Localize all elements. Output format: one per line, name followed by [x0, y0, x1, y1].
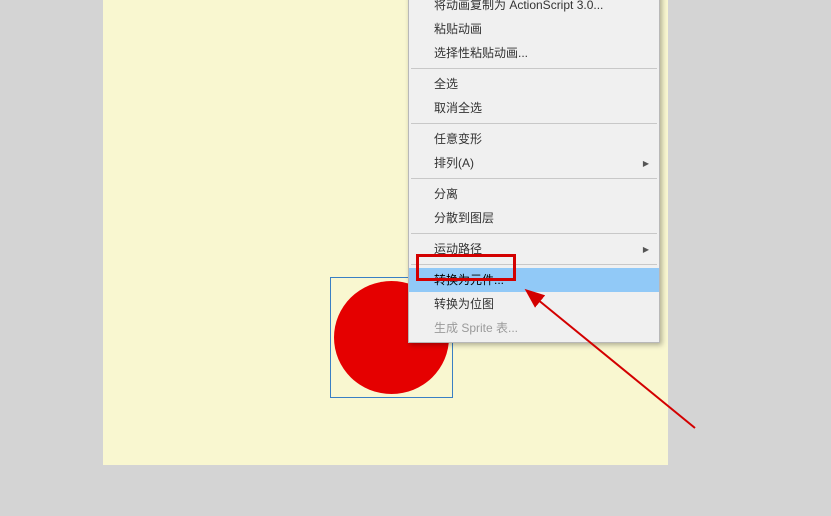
menu-separator	[411, 233, 657, 234]
menu-break-apart[interactable]: 分离	[409, 182, 659, 206]
menu-free-transform[interactable]: 任意变形	[409, 127, 659, 151]
context-menu: 将动画复制为 ActionScript 3.0... 粘贴动画 选择性粘贴动画.…	[408, 0, 660, 343]
menu-motion-path[interactable]: 运动路径	[409, 237, 659, 261]
menu-convert-to-bitmap[interactable]: 转换为位图	[409, 292, 659, 316]
menu-paste-animation[interactable]: 粘贴动画	[409, 17, 659, 41]
menu-deselect-all[interactable]: 取消全选	[409, 96, 659, 120]
menu-select-all[interactable]: 全选	[409, 72, 659, 96]
menu-convert-to-symbol[interactable]: 转换为元件...	[409, 268, 659, 292]
menu-separator	[411, 178, 657, 179]
menu-copy-as-actionscript[interactable]: 将动画复制为 ActionScript 3.0...	[409, 0, 659, 17]
menu-separator	[411, 68, 657, 69]
menu-separator	[411, 123, 657, 124]
menu-arrange[interactable]: 排列(A)	[409, 151, 659, 175]
menu-distribute-layers[interactable]: 分散到图层	[409, 206, 659, 230]
menu-generate-sprite-sheet: 生成 Sprite 表...	[409, 316, 659, 340]
menu-separator	[411, 264, 657, 265]
menu-paste-special-animation[interactable]: 选择性粘贴动画...	[409, 41, 659, 65]
